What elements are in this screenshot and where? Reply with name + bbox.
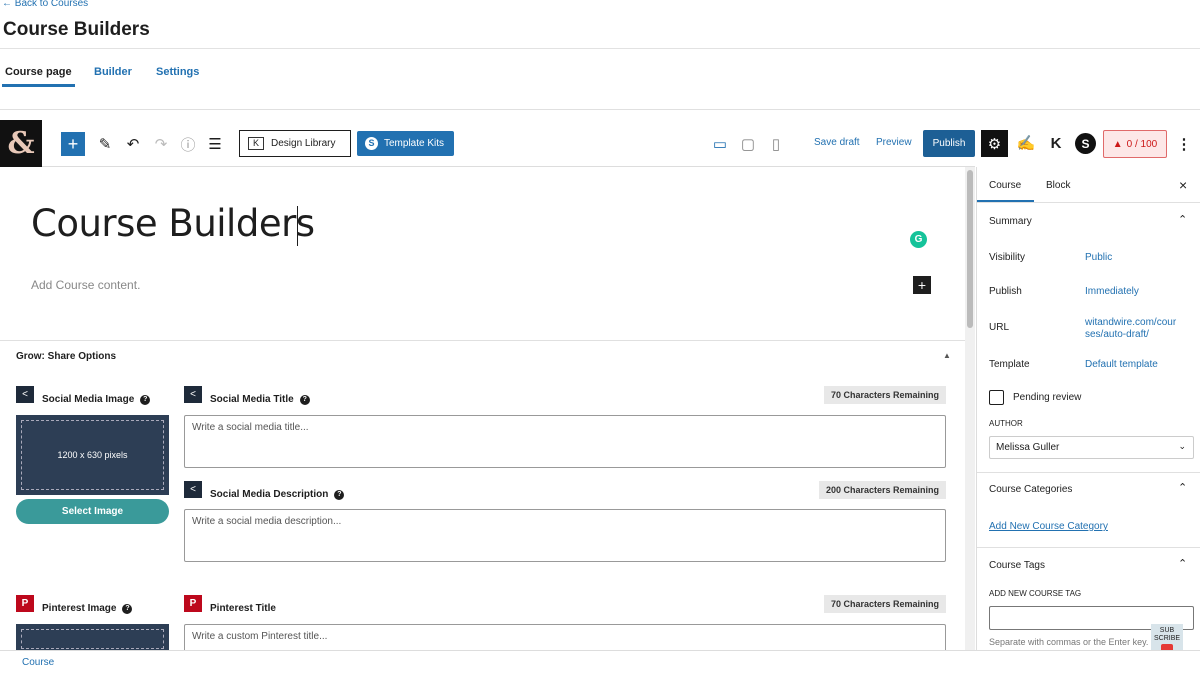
grammarly-icon[interactable]: G	[910, 231, 927, 248]
pinterest-title-label: Pinterest Title	[210, 603, 276, 614]
tab-settings[interactable]: Settings	[156, 66, 199, 78]
template-kits-icon: S	[365, 137, 378, 150]
share-icon: <	[184, 481, 202, 498]
template-value[interactable]: Default template	[1085, 359, 1180, 371]
more-options-icon[interactable]: ⋮	[1172, 132, 1196, 156]
pending-review-checkbox[interactable]	[989, 390, 1004, 405]
divider	[977, 472, 1200, 473]
publish-date-value[interactable]: Immediately	[1085, 286, 1180, 298]
tablet-preview-icon[interactable]: ▢	[736, 132, 760, 156]
pinterest-image-label: Pinterest Image?	[42, 603, 133, 614]
characters-remaining-badge: 200 Characters Remaining	[818, 481, 946, 499]
author-value: Melissa Guller	[996, 442, 1060, 453]
inline-add-block-button[interactable]: +	[913, 276, 931, 294]
subscribe-text: SUB SCRIBE	[1153, 627, 1181, 642]
site-logo[interactable]: &	[0, 120, 42, 167]
share-icon: <	[184, 386, 202, 403]
image-size-text: 1200 x 630 pixels	[21, 420, 164, 490]
text-cursor	[297, 206, 298, 246]
chevron-up-icon[interactable]: ⌃	[1178, 481, 1187, 494]
pinterest-icon: P	[184, 595, 202, 612]
course-categories-heading[interactable]: Course Categories	[989, 484, 1072, 495]
page-title: Course Builders	[3, 19, 150, 40]
scrollbar-thumb[interactable]	[967, 170, 973, 328]
notes-icon[interactable]: ✍	[1014, 131, 1038, 155]
characters-remaining-badge: 70 Characters Remaining	[823, 386, 946, 404]
divider	[0, 48, 1200, 49]
template-kits-button[interactable]: S Template Kits	[357, 131, 454, 156]
help-icon[interactable]: ?	[334, 489, 345, 500]
url-label: URL	[989, 322, 1010, 333]
block-breadcrumb-bar	[0, 650, 1200, 674]
author-select[interactable]: Melissa Guller ⌄	[989, 436, 1194, 459]
help-icon[interactable]: ?	[122, 603, 133, 614]
kadence-icon[interactable]: K	[1044, 131, 1068, 155]
seo-score-value: 0 / 100	[1126, 138, 1158, 150]
course-content-placeholder[interactable]: Add Course content.	[31, 278, 140, 292]
design-library-label: Design Library	[271, 138, 336, 149]
mobile-preview-icon[interactable]: ▯	[764, 132, 788, 156]
list-view-icon[interactable]: ☰	[203, 132, 227, 156]
pencil-icon[interactable]: ✎	[93, 132, 117, 156]
design-library-button[interactable]: K Design Library	[239, 130, 351, 157]
collapse-panel-icon[interactable]: ▲	[943, 351, 951, 360]
add-tag-label: ADD NEW COURSE TAG	[989, 589, 1082, 598]
url-value[interactable]: witandwire.com/courses/auto-draft/	[1085, 317, 1180, 341]
stackable-icon[interactable]: S	[1075, 133, 1096, 154]
social-media-title-label: Social Media Title?	[210, 394, 310, 405]
author-label: AUTHOR	[989, 419, 1023, 428]
publish-button[interactable]: Publish	[923, 130, 975, 157]
summary-heading[interactable]: Summary	[989, 216, 1032, 227]
visibility-label: Visibility	[989, 252, 1025, 263]
save-draft-button[interactable]: Save draft	[814, 137, 860, 148]
social-media-image-label: Social Media Image?	[42, 394, 151, 405]
settings-gear-button[interactable]: ⚙	[981, 130, 1008, 157]
close-sidebar-icon[interactable]: ×	[1179, 177, 1187, 193]
add-block-button[interactable]: +	[61, 132, 85, 156]
add-new-category-link[interactable]: Add New Course Category	[989, 521, 1108, 532]
course-title-input[interactable]: Course Builders	[31, 202, 315, 245]
desktop-preview-icon[interactable]: ▭	[708, 132, 732, 156]
settings-sidebar	[976, 167, 1200, 650]
undo-icon[interactable]: ↶	[121, 132, 145, 156]
sidebar-tab-course[interactable]: Course	[989, 180, 1021, 191]
share-icon: <	[16, 386, 34, 403]
help-icon[interactable]: ?	[299, 394, 310, 405]
back-to-courses-link[interactable]: ← Back to Courses	[2, 0, 88, 9]
info-icon[interactable]: ⓘ	[176, 132, 200, 156]
select-image-button[interactable]: Select Image	[16, 499, 169, 524]
breadcrumb-course[interactable]: Course	[22, 657, 54, 668]
characters-remaining-badge: 70 Characters Remaining	[823, 595, 946, 613]
social-media-title-input[interactable]: Write a social media title...	[184, 415, 946, 468]
social-image-placeholder[interactable]: 1200 x 630 pixels	[16, 415, 169, 495]
social-media-description-input[interactable]: Write a social media description...	[184, 509, 946, 562]
tab-builder[interactable]: Builder	[94, 66, 132, 78]
tab-course-page[interactable]: Course page	[5, 66, 72, 78]
tag-help-text: Separate with commas or the Enter key.	[989, 637, 1149, 647]
publish-label: Publish	[989, 286, 1022, 297]
seo-score-button[interactable]: ▲ 0 / 100	[1103, 130, 1167, 158]
redo-icon[interactable]: ↷	[149, 132, 173, 156]
course-tags-heading[interactable]: Course Tags	[989, 560, 1045, 571]
chevron-up-icon[interactable]: ⌃	[1178, 213, 1187, 226]
chevron-up-icon[interactable]: ⌃	[1178, 557, 1187, 570]
template-label: Template	[989, 359, 1030, 370]
divider	[977, 547, 1200, 548]
chevron-down-icon: ⌄	[1178, 441, 1186, 451]
divider	[0, 340, 965, 341]
pinterest-icon: P	[16, 595, 34, 612]
sidebar-tab-block[interactable]: Block	[1046, 180, 1070, 191]
page-header	[0, 0, 1200, 110]
help-icon[interactable]: ?	[140, 394, 151, 405]
chart-icon: ▲	[1112, 138, 1123, 150]
pending-review-label: Pending review	[1013, 392, 1082, 403]
active-tab-indicator	[2, 84, 75, 87]
visibility-value[interactable]: Public	[1085, 252, 1180, 264]
grow-share-options-heading: Grow: Share Options	[16, 351, 117, 362]
design-library-icon: K	[248, 137, 264, 150]
divider	[977, 202, 1200, 203]
template-kits-label: Template Kits	[384, 138, 445, 149]
preview-button[interactable]: Preview	[876, 137, 912, 148]
social-media-description-label: Social Media Description?	[210, 489, 345, 500]
